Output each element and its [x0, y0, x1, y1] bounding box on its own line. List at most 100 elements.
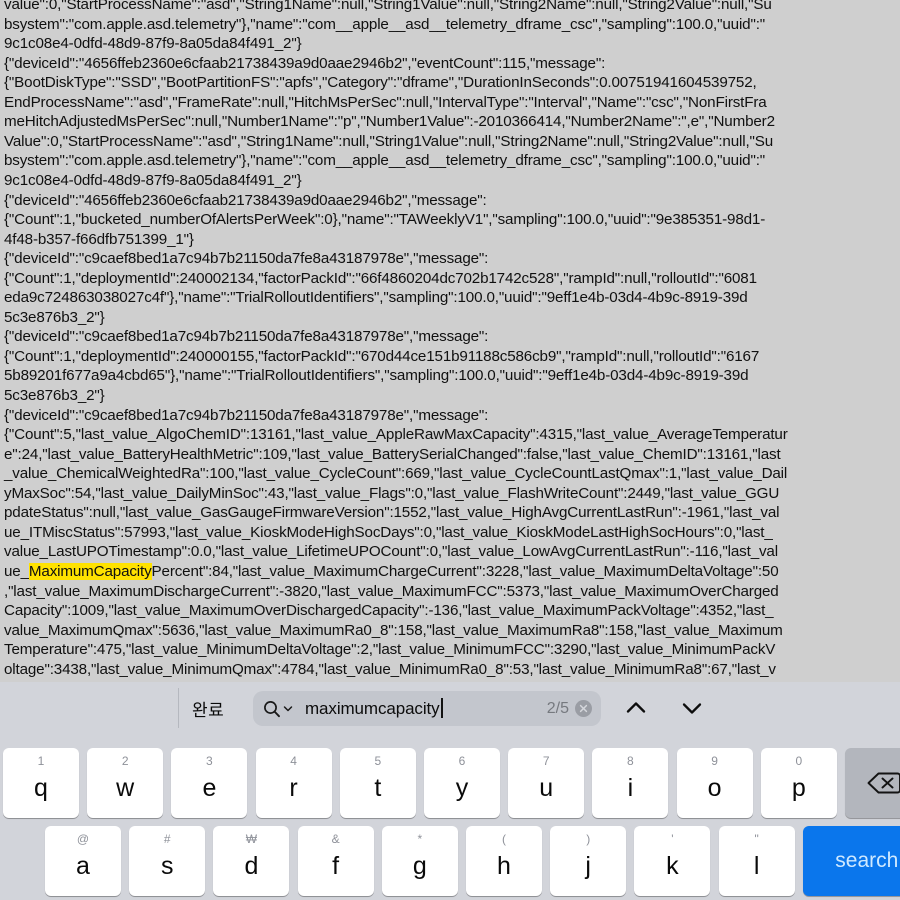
- log-line: {"deviceId":"4656ffeb2360e6cfaab21738439…: [4, 54, 606, 72]
- log-line: {"Count":5,"last_value_AlgoChemID":13161…: [4, 426, 788, 444]
- key-d[interactable]: ₩ d: [213, 826, 290, 896]
- key-main-label: p: [791, 774, 806, 802]
- log-line: _value_ChemicalWeightedRa":100,"last_val…: [4, 465, 788, 483]
- key-alt-label: 1: [37, 754, 45, 768]
- log-line: {"Count":1,"deploymentId":240000155,"fac…: [4, 347, 760, 365]
- key-a[interactable]: @ a: [45, 826, 121, 896]
- key-w[interactable]: 2w: [87, 748, 164, 818]
- key-main-label: r: [289, 774, 298, 802]
- key-main-label: t: [374, 774, 382, 802]
- log-line: {"deviceId":"c9caef8bed1a7c94b7b21150da7…: [4, 250, 489, 268]
- key-main-label: d: [244, 852, 259, 880]
- key-alt-label: 4: [290, 754, 297, 768]
- next-match-button[interactable]: [670, 682, 714, 734]
- log-line: 9c1c08e4-0dfd-48d9-87f9-8a05da84f491_2"}: [4, 35, 302, 53]
- key-alt-label: (: [502, 832, 506, 846]
- log-line-post: Percent":84,"last_value_MaximumChargeCur…: [151, 562, 779, 580]
- find-in-page-bar: 완료 maximumcapacity 2/5: [0, 682, 900, 734]
- key-main-label: i: [627, 774, 634, 802]
- key-main-label: l: [753, 852, 760, 880]
- key-main-label: h: [497, 852, 511, 880]
- search-input-field[interactable]: maximumcapacity 2/5: [253, 691, 601, 726]
- chevron-down-icon[interactable]: [283, 699, 293, 719]
- log-line: ue_ITMiscStatus":57993,"last_value_Kiosk…: [4, 523, 773, 541]
- log-line: Value":0,"StartProcessName":"asd","Strin…: [4, 132, 774, 150]
- key-j[interactable]: ) j: [550, 826, 627, 896]
- key-main-label: w: [116, 774, 135, 802]
- key-main-label: o: [707, 774, 722, 802]
- log-line: ,"last_value_MaximumDischargeCurrent":-3…: [4, 582, 779, 600]
- key-alt-label: #: [163, 832, 171, 846]
- key-alt-label: ": [754, 832, 759, 846]
- chevron-down-icon: [682, 703, 702, 714]
- log-line: 9c1c08e4-0dfd-48d9-87f9-8a05da84f491_2"}: [4, 171, 302, 189]
- on-screen-keyboard: 1q2w3e4r5t6y7u8i9o0p @ a # s ₩ d & f * g(h) j ' k " l s…: [0, 734, 900, 900]
- log-line: 5c3e876b3_2"}: [4, 387, 105, 404]
- key-e[interactable]: 3e: [171, 748, 248, 818]
- text-cursor: [440, 698, 443, 718]
- log-line: {"Count":1,"bucketed_numberOfAlertsPerWe…: [4, 211, 766, 229]
- search-icon[interactable]: [262, 699, 293, 719]
- log-line: {"deviceId":"c9caef8bed1a7c94b7b21150da7…: [4, 406, 489, 424]
- key-h[interactable]: (h: [466, 826, 542, 896]
- log-line: eda9c724863038027c4f"},"name":"TrialRoll…: [4, 289, 748, 307]
- log-line: Temperature":475,"last_value_MinimumDelt…: [4, 641, 776, 659]
- key-i[interactable]: 8i: [592, 748, 669, 818]
- key-alt-label: @: [76, 832, 90, 846]
- key-alt-label: 2: [121, 754, 129, 768]
- key-r[interactable]: 4r: [255, 748, 332, 818]
- log-line: value":0,"StartProcessName":"asd","Strin…: [4, 0, 772, 13]
- key-alt-label: &: [331, 832, 340, 846]
- log-line: yMaxSoc":54,"last_value_DailyMinSoc":43,…: [4, 484, 780, 502]
- key-p[interactable]: 0p: [760, 748, 837, 818]
- key-alt-label: 0: [795, 754, 803, 768]
- key-main-label: a: [76, 852, 90, 880]
- key-alt-label: 5: [374, 754, 382, 768]
- clear-search-button[interactable]: [575, 700, 592, 717]
- log-line: value_MaximumQmax":5636,"last_value_Maxi…: [4, 621, 783, 639]
- log-line: pdateStatus":null,"last_value_GasGaugeFi…: [4, 504, 780, 522]
- backspace-key[interactable]: [845, 748, 900, 818]
- key-main-label: e: [202, 774, 217, 802]
- key-main-label: f: [332, 852, 340, 880]
- key-main-label: g: [412, 852, 427, 880]
- search-key[interactable]: search: [802, 826, 900, 896]
- log-line: {"deviceId":"4656ffeb2360e6cfaab21738439…: [4, 191, 487, 209]
- keyboard-row-2: @ a # s ₩ d & f * g(h) j ' k " l search: [0, 826, 900, 896]
- key-y[interactable]: 6y: [424, 748, 500, 818]
- log-line: {"BootDiskType":"SSD","BootPartitionFS":…: [4, 74, 757, 92]
- log-line: bsystem":"com.apple.asd.telemetry"},"nam…: [4, 152, 766, 170]
- key-f[interactable]: & f: [297, 826, 374, 896]
- key-s[interactable]: # s: [129, 826, 206, 896]
- log-line: {"Count":1,"deploymentId":240002134,"fac…: [4, 269, 757, 287]
- key-alt-label: 6: [458, 754, 466, 768]
- log-line: oltage":3438,"last_value_MinimumQmax":47…: [4, 660, 776, 678]
- chevron-up-icon: [626, 702, 646, 713]
- key-t[interactable]: 5t: [339, 748, 416, 818]
- log-line: meHitchAdjustedMsPerSec":null,"Number1Na…: [4, 113, 775, 131]
- log-line: 5c3e876b3_2"}: [4, 308, 105, 326]
- key-main-label: s: [160, 852, 174, 880]
- log-line: {"deviceId":"c9caef8bed1a7c94b7b21150da7…: [4, 328, 489, 346]
- backspace-icon: [867, 772, 900, 794]
- key-alt-label: 7: [542, 754, 550, 768]
- search-query-value: maximumcapacity: [305, 699, 440, 718]
- key-u[interactable]: 7u: [508, 748, 585, 818]
- key-main-label: k: [666, 852, 679, 880]
- key-main-label: y: [455, 774, 469, 802]
- key-g[interactable]: * g: [381, 826, 458, 896]
- toolbar-divider: [178, 688, 179, 728]
- log-line: ue_MaximumCapacityPercent":84,"last_valu…: [4, 562, 779, 582]
- done-button[interactable]: 완료: [192, 682, 224, 734]
- key-k[interactable]: ' k: [634, 826, 711, 896]
- key-alt-label: 9: [711, 754, 718, 768]
- key-alt-label: *: [417, 832, 423, 846]
- previous-match-button[interactable]: [614, 682, 658, 734]
- search-query-text[interactable]: maximumcapacity: [305, 698, 547, 719]
- log-text-content[interactable]: value":0,"StartProcessName":"asd","Strin…: [0, 0, 900, 682]
- log-line: bsystem":"com.apple.asd.telemetry"},"nam…: [4, 15, 766, 33]
- key-l[interactable]: " l: [718, 826, 795, 896]
- log-line: EndProcessName":"asd","FrameRate":null,"…: [4, 93, 767, 111]
- key-o[interactable]: 9o: [676, 748, 753, 818]
- key-q[interactable]: 1q: [3, 748, 79, 818]
